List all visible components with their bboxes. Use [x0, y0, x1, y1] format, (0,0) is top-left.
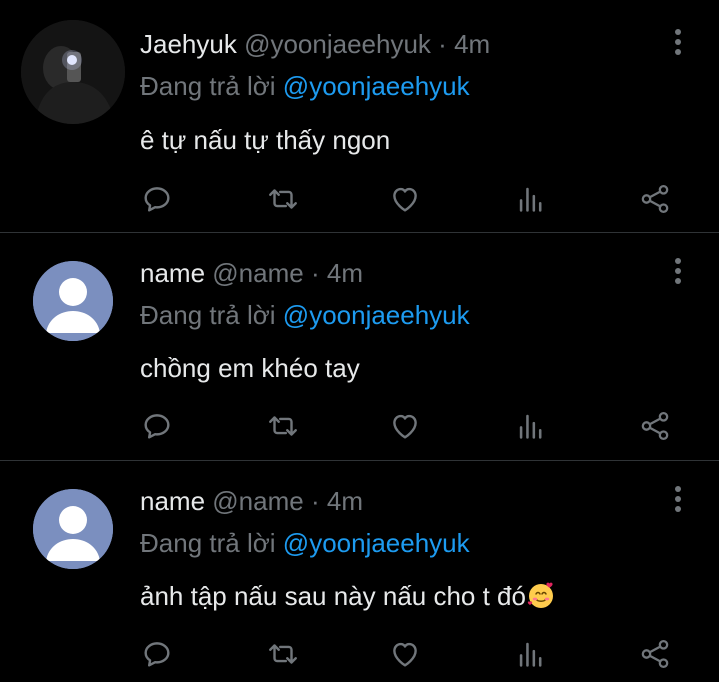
action-bar	[140, 182, 680, 222]
retweet-icon[interactable]	[266, 182, 300, 216]
heart-icon[interactable]	[388, 182, 422, 216]
avatar[interactable]	[21, 20, 125, 124]
replying-to: Đang trả lời @yoonjaeehyuk	[140, 527, 470, 559]
reply-icon[interactable]	[140, 637, 174, 671]
avatar[interactable]	[33, 489, 113, 569]
share-icon[interactable]	[638, 182, 672, 216]
timestamp[interactable]: 4m	[327, 486, 363, 516]
display-name[interactable]: name	[140, 258, 205, 288]
user-handle[interactable]: @name	[212, 486, 303, 516]
action-bar	[140, 637, 680, 677]
default-avatar-icon	[33, 489, 113, 569]
retweet-icon[interactable]	[266, 637, 300, 671]
tweet-reply[interactable]: name @name · 4m Đang trả lời @yoonjaeehy…	[0, 461, 719, 682]
analytics-icon[interactable]	[514, 637, 548, 671]
tweet-reply[interactable]: name @name · 4m Đang trả lời @yoonjaeehy…	[0, 233, 719, 460]
analytics-icon[interactable]	[514, 182, 548, 216]
user-handle[interactable]: @yoonjaeehyuk	[244, 29, 431, 59]
replying-to: Đang trả lời @yoonjaeehyuk	[140, 70, 470, 102]
tweet-header: Jaehyuk @yoonjaeehyuk · 4m	[140, 28, 490, 60]
separator-dot: ·	[438, 29, 447, 59]
mention-link[interactable]: @yoonjaeehyuk	[283, 300, 470, 330]
replying-to-label: Đang trả lời	[140, 300, 276, 330]
more-vertical-icon[interactable]	[664, 26, 692, 60]
mention-link[interactable]: @yoonjaeehyuk	[283, 71, 470, 101]
timestamp[interactable]: 4m	[327, 258, 363, 288]
tweet-text-content: ảnh tập nấu sau này nấu cho t đó	[140, 581, 526, 611]
analytics-icon[interactable]	[514, 409, 548, 443]
separator-dot: ·	[310, 486, 320, 516]
timestamp[interactable]: 4m	[454, 29, 490, 59]
action-bar	[140, 409, 680, 449]
tweet-header: name @name · 4m	[140, 485, 363, 517]
tweet-text: chồng em khéo tay	[140, 353, 360, 383]
tweet-header: name @name · 4m	[140, 257, 363, 289]
retweet-icon[interactable]	[266, 409, 300, 443]
share-icon[interactable]	[638, 637, 672, 671]
default-avatar-icon	[33, 261, 113, 341]
mention-link[interactable]: @yoonjaeehyuk	[283, 528, 470, 558]
more-vertical-icon[interactable]	[664, 255, 692, 289]
reply-icon[interactable]	[140, 182, 174, 216]
tweet-text: ê tự nấu tự thấy ngon	[140, 125, 391, 155]
more-vertical-icon[interactable]	[664, 483, 692, 517]
heart-icon[interactable]	[388, 637, 422, 671]
replying-to-label: Đang trả lời	[140, 71, 276, 101]
avatar[interactable]	[33, 261, 113, 341]
reply-icon[interactable]	[140, 409, 174, 443]
tweet-text: ảnh tập nấu sau này nấu cho t đó	[140, 580, 556, 612]
heart-icon[interactable]	[388, 409, 422, 443]
smiling-face-with-hearts-icon	[526, 580, 556, 610]
user-handle[interactable]: @name	[212, 258, 303, 288]
share-icon[interactable]	[638, 409, 672, 443]
profile-photo	[21, 20, 125, 124]
separator-dot: ·	[310, 258, 320, 288]
display-name[interactable]: Jaehyuk	[140, 29, 237, 59]
tweet-reply[interactable]: Jaehyuk @yoonjaeehyuk · 4m Đang trả lời …	[0, 0, 719, 232]
replying-to: Đang trả lời @yoonjaeehyuk	[140, 299, 470, 331]
display-name[interactable]: name	[140, 486, 205, 516]
replying-to-label: Đang trả lời	[140, 528, 276, 558]
